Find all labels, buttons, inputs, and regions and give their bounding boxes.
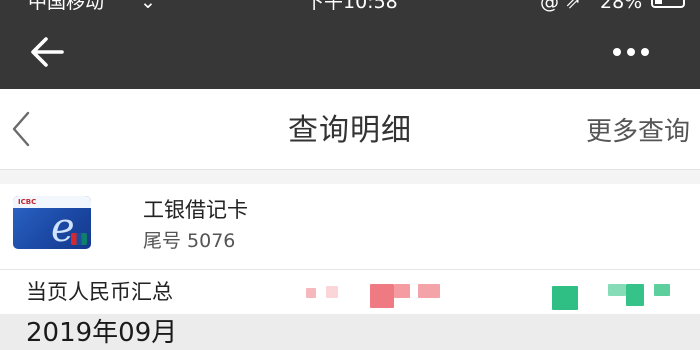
app-bar [0, 14, 700, 89]
nav-bar: 查询明细 更多查询 [0, 89, 700, 170]
card-brand-logo: ICBC [18, 198, 37, 206]
battery-icon [651, 0, 685, 8]
section-gap [0, 170, 700, 184]
battery-percent: 28% [600, 0, 643, 13]
status-bar: 中国移动 ⌄ 下午10:58 @ ⇗ 28% [0, 0, 700, 14]
arrow-left-icon[interactable] [28, 34, 68, 70]
card-info-row: ICBC e 工银借记卡 尾号 5076 [0, 184, 700, 270]
month-label: 2019年09月 [26, 318, 178, 348]
summary-label: 当页人民币汇总 [26, 280, 173, 304]
status-time: 下午10:58 [305, 0, 398, 13]
more-query-button[interactable]: 更多查询 [586, 115, 690, 149]
summary-row: 当页人民币汇总 [0, 270, 700, 314]
month-header: 2019年09月 [0, 314, 700, 350]
more-dots-icon[interactable] [606, 40, 656, 64]
bank-card-image: ICBC e [13, 196, 91, 249]
wifi-icon: ⌄ [140, 0, 156, 13]
status-icons: @ ⇗ [540, 0, 581, 13]
unionpay-logo [71, 233, 87, 245]
card-tail-number: 尾号 5076 [143, 230, 236, 252]
card-name: 工银借记卡 [143, 198, 248, 222]
carrier-label: 中国移动 [28, 0, 105, 13]
